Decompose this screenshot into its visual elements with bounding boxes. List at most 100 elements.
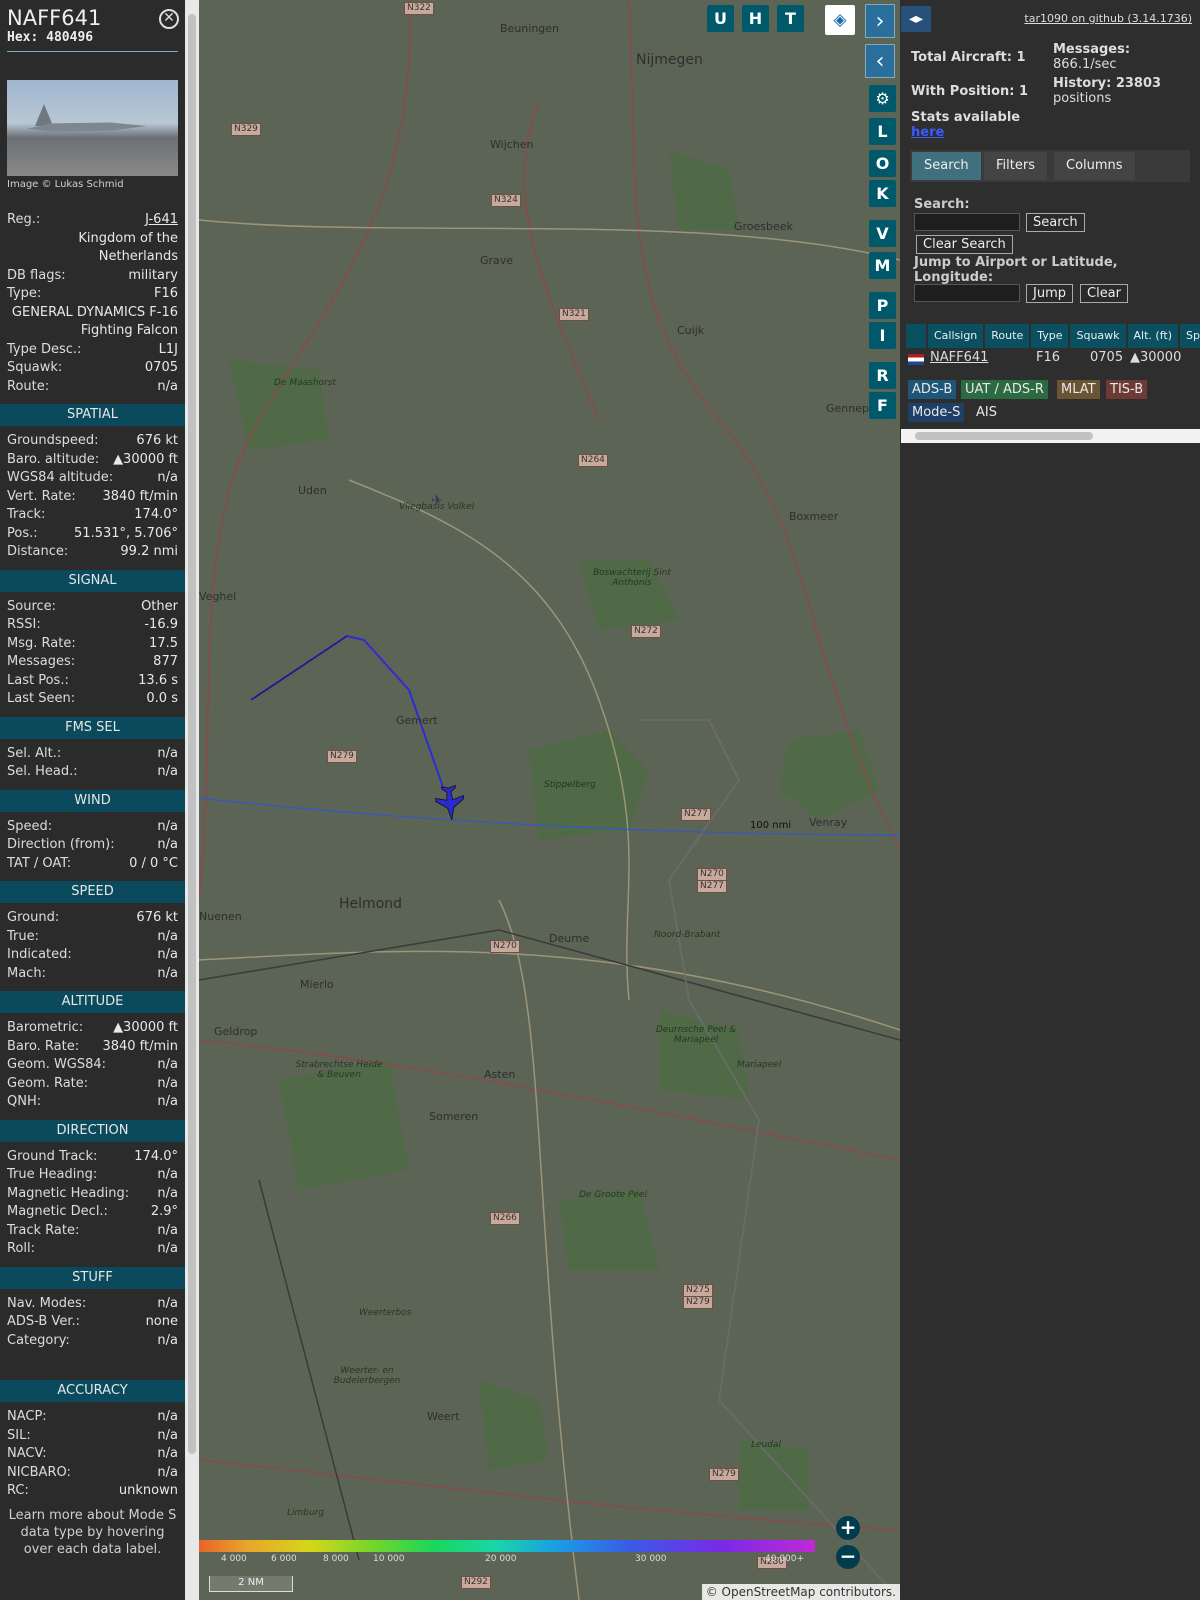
map-attribution[interactable]: © OpenStreetMap contributors. — [701, 1584, 900, 1600]
info-label[interactable]: TAT / OAT: — [7, 855, 71, 874]
info-label[interactable]: Magnetic Decl.: — [7, 1203, 108, 1222]
info-label[interactable]: Roll: — [7, 1240, 35, 1259]
info-label[interactable]: Sel. Head.: — [7, 763, 78, 782]
toggle-sidebar-icon[interactable]: ◂▸ — [901, 6, 931, 32]
tab-columns[interactable]: Columns — [1054, 152, 1135, 180]
info-label[interactable]: Magnetic Heading: — [7, 1185, 129, 1204]
info-label[interactable]: Direction (from): — [7, 836, 115, 855]
info-label[interactable]: RSSI: — [7, 616, 41, 635]
zoom-out-icon[interactable]: − — [836, 1545, 860, 1569]
road-shield: N266 — [490, 1212, 520, 1225]
info-label[interactable]: Track: — [7, 506, 45, 525]
info-label[interactable]: Category: — [7, 1332, 70, 1351]
stats-link[interactable]: here — [911, 125, 944, 140]
zoom-in-icon[interactable]: + — [836, 1516, 860, 1540]
info-label[interactable]: NACP: — [7, 1408, 47, 1427]
map-button-t[interactable]: T — [777, 5, 804, 32]
total-aircraft-text: Total Aircraft: 1 — [911, 50, 1026, 65]
detail-value: military — [128, 267, 178, 283]
search-button[interactable]: Search — [1026, 213, 1085, 232]
tab-filters[interactable]: Filters — [984, 152, 1047, 180]
altitude-tick: 40 000+ — [765, 1554, 805, 1564]
info-label[interactable]: Geom. WGS84: — [7, 1056, 106, 1075]
info-label[interactable]: True Heading: — [7, 1166, 97, 1185]
info-label[interactable]: ADS-B Ver.: — [7, 1313, 80, 1332]
column-header[interactable]: Sp — [1180, 324, 1200, 348]
aircraft-photo[interactable] — [7, 80, 178, 176]
clear-search-button[interactable]: Clear Search — [916, 235, 1013, 254]
jump-input[interactable] — [914, 284, 1020, 302]
info-label[interactable]: Pos.: — [7, 525, 38, 544]
row-callsign[interactable]: NAFF641 — [930, 350, 988, 365]
info-label[interactable]: Distance: — [7, 543, 68, 562]
info-label[interactable]: Track Rate: — [7, 1222, 79, 1241]
detail-label: Type Desc.: — [7, 341, 82, 357]
column-header[interactable]: Type — [1031, 324, 1069, 348]
column-header[interactable]: Alt. (ft) — [1127, 324, 1178, 348]
info-label[interactable]: Speed: — [7, 818, 52, 837]
map-button-l[interactable]: L — [869, 118, 896, 145]
map-button-u[interactable]: U — [707, 5, 734, 32]
github-link[interactable]: tar1090 on github (3.14.1736) — [1024, 12, 1192, 25]
collapse-left-icon[interactable]: ‹ — [865, 44, 895, 78]
info-scrollbar[interactable] — [185, 0, 199, 1600]
info-label[interactable]: Indicated: — [7, 946, 72, 965]
map-button-m[interactable]: M — [869, 252, 896, 279]
map-button-f[interactable]: F — [869, 392, 896, 419]
info-label[interactable]: Last Seen: — [7, 690, 75, 709]
map-view[interactable]: ✈ Nijmegen Beuningen Wijchen Grave Groesbeek… — [199, 0, 900, 1600]
map-button-i[interactable]: I — [869, 322, 896, 349]
source-pill: AIS — [972, 403, 1001, 422]
info-label[interactable]: Vert. Rate: — [7, 488, 76, 507]
info-label[interactable]: Ground: — [7, 909, 59, 928]
info-label[interactable]: Baro. altitude: — [7, 451, 99, 470]
map-button-v[interactable]: V — [869, 220, 896, 247]
tab-search[interactable]: Search — [912, 152, 981, 180]
info-label[interactable]: Nav. Modes: — [7, 1295, 86, 1314]
column-header[interactable]: Squawk — [1070, 324, 1126, 348]
map-button-h[interactable]: H — [742, 5, 769, 32]
column-header[interactable] — [906, 324, 926, 348]
info-label[interactable]: QNH: — [7, 1093, 41, 1112]
info-label[interactable]: Ground Track: — [7, 1148, 97, 1167]
info-label[interactable]: Msg. Rate: — [7, 635, 76, 654]
column-header[interactable]: Callsign — [928, 324, 984, 348]
info-label[interactable]: SIL: — [7, 1427, 31, 1446]
map-button-k[interactable]: K — [869, 180, 896, 207]
table-row[interactable]: NAFF641 F16 0705 ▲30000 — [906, 350, 1200, 370]
info-scrollbar-thumb[interactable] — [188, 14, 196, 1454]
close-icon[interactable]: ✕ — [159, 9, 179, 29]
info-label[interactable]: WGS84 altitude: — [7, 469, 113, 488]
section-header: ACCURACY — [0, 1380, 185, 1402]
info-label[interactable]: Geom. Rate: — [7, 1075, 88, 1094]
info-label[interactable]: Barometric: — [7, 1019, 83, 1038]
road-shield: N264 — [578, 454, 608, 467]
info-label[interactable]: Source: — [7, 598, 56, 617]
info-label[interactable]: NACV: — [7, 1445, 47, 1464]
column-header[interactable]: Route — [985, 324, 1030, 348]
jump-button[interactable]: Jump — [1026, 284, 1073, 303]
info-label[interactable]: NICBARO: — [7, 1464, 71, 1483]
table-horizontal-scrollbar[interactable] — [901, 429, 1200, 443]
info-value: n/a — [157, 837, 178, 852]
info-label[interactable]: Mach: — [7, 965, 46, 984]
info-label[interactable]: True: — [7, 928, 39, 947]
info-label[interactable]: Last Pos.: — [7, 672, 69, 691]
info-label[interactable]: Sel. Alt.: — [7, 745, 61, 764]
expand-right-icon[interactable]: › — [865, 4, 895, 38]
map-button-o[interactable]: O — [869, 150, 896, 177]
info-row: Geom. Rate: n/a — [0, 1075, 185, 1094]
info-label[interactable]: Messages: — [7, 653, 75, 672]
info-header: NAFF641 Hex: 480496 ✕ — [0, 0, 185, 49]
info-label[interactable]: RC: — [7, 1482, 29, 1501]
map-button-p[interactable]: P — [869, 292, 896, 319]
search-input[interactable] — [914, 213, 1020, 231]
layers-icon[interactable]: ◈ — [825, 5, 855, 35]
info-label[interactable]: Groundspeed: — [7, 432, 98, 451]
detail-value[interactable]: J-641 — [145, 211, 178, 230]
scrollbar-thumb[interactable] — [915, 432, 1093, 440]
info-label[interactable]: Baro. Rate: — [7, 1038, 79, 1057]
clear-button[interactable]: Clear — [1080, 284, 1128, 303]
map-button-r[interactable]: R — [869, 362, 896, 389]
gear-icon[interactable]: ⚙ — [869, 85, 896, 112]
